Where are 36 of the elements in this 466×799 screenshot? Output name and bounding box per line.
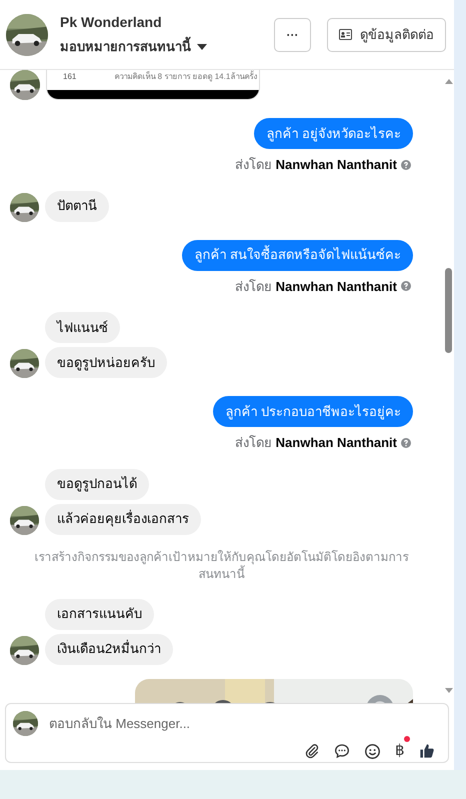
incoming-message: ไฟแนนซ์: [45, 312, 120, 343]
reply-input[interactable]: ตอบกลับใน Messenger...: [49, 714, 441, 734]
incoming-message: ขอดูรูปกอนได้: [45, 468, 149, 500]
sender-caption: ส่งโดย Nanwhan Nanthanit: [235, 156, 397, 174]
outgoing-message: ลูกค้า ประกอบอาชีพอะไรอยู่คะ: [213, 396, 413, 427]
smiley-icon[interactable]: [364, 742, 381, 760]
sender-caption: ส่งโดย Nanwhan Nanthanit: [235, 278, 397, 296]
assign-dropdown[interactable]: มอบหมายการสนทนานี้: [60, 37, 207, 57]
incoming-message: เงินเดือน2หมื่นกว่า: [45, 634, 174, 664]
scroll-up-icon[interactable]: [444, 79, 452, 84]
more-button[interactable]: ···: [274, 18, 311, 52]
post-card[interactable]: 161 ความคิดเห็น 8 รายการ ยอดดู 14.1ล้านครั้ง: [46, 70, 260, 100]
chat-bubble-icon[interactable]: [334, 743, 350, 759]
system-notice: เราสร้างกิจกรรมของลูกค้าเป้าหมายให้กับคุณโดยอัตโนมัติโดยอิงตามการสนทนานี้: [34, 548, 410, 582]
scroll-down-icon[interactable]: [444, 688, 452, 693]
thumbs-up-icon[interactable]: [419, 743, 435, 759]
caret-icon: [197, 44, 207, 50]
incoming-message: ขอดูรูปหน่อยครับ: [45, 347, 167, 378]
incoming-message: แล้วค่อยคุยเรื่องเอกสาร: [45, 504, 201, 534]
contact-card-icon: [339, 29, 352, 40]
contact-name: Pk Wonderland: [60, 13, 163, 32]
reply-box[interactable]: ตอบกลับใน Messenger... ฿: [5, 703, 449, 763]
contact-info-button[interactable]: ดูข้อมูลติดต่อ: [327, 18, 446, 52]
post-stats: ความคิดเห็น 8 รายการ ยอดดู 14.1ล้านครั้ง: [114, 71, 258, 83]
sender-caption: ส่งโดย Nanwhan Nanthanit: [235, 434, 397, 452]
paperclip-icon[interactable]: [304, 743, 320, 759]
likes-count: 161: [63, 71, 76, 83]
help-icon: [401, 160, 411, 170]
incoming-message: เอกสารแนนคับ: [45, 598, 154, 630]
outgoing-message: ลูกค้า อยู่จังหวัดอะไรคะ: [254, 118, 413, 149]
incoming-message: ปัตตานี: [45, 190, 109, 222]
help-icon: [401, 281, 411, 292]
payment-button[interactable]: ฿: [395, 743, 405, 758]
outgoing-message: ลูกค้า สนใจซื้อสดหรือจัดไฟแน้นซ์คะ: [182, 240, 413, 270]
scrollbar-thumb[interactable]: [445, 268, 452, 353]
help-icon: [401, 438, 411, 448]
